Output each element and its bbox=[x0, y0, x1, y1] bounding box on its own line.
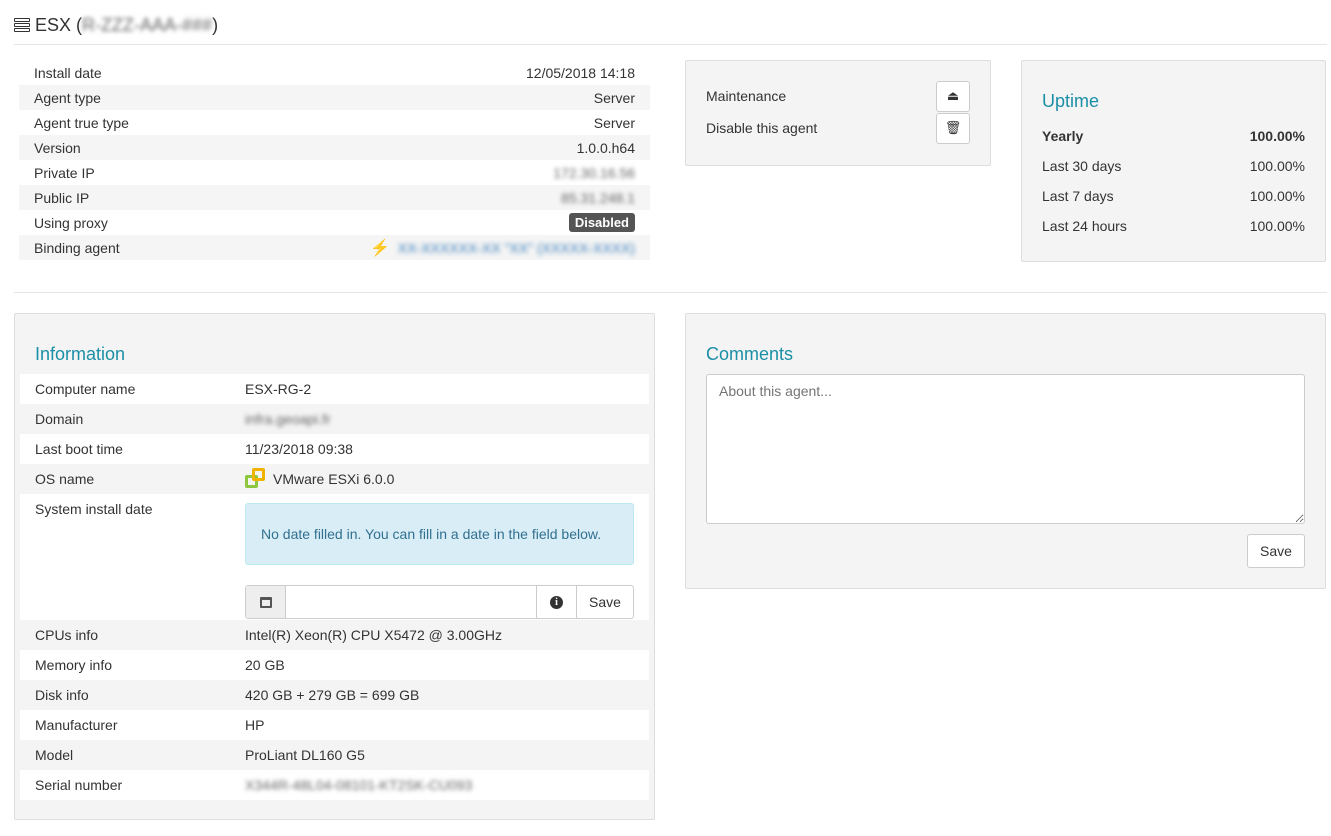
info-row-memory: Memory info 20 GB bbox=[20, 650, 649, 680]
disable-row: Disable this agent 🗑 bbox=[706, 112, 970, 144]
hostname: R-ZZZ-AAA-### bbox=[82, 14, 213, 35]
no-date-alert: No date filled in. You can fill in a dat… bbox=[245, 503, 634, 565]
uptime-row-yearly: Yearly 100.00% bbox=[1042, 128, 1305, 144]
info-row-os-name: OS name VMware ESXi 6.0.0 bbox=[20, 464, 649, 494]
lightning-icon: ⚡ bbox=[369, 239, 390, 257]
information-panel: Information Computer name ESX-RG-2 Domain… bbox=[14, 313, 655, 820]
page-title: ESX (R-ZZZ-AAA-###) bbox=[14, 10, 218, 40]
agent-actions-panel: Maintenance ⏏ Disable this agent 🗑 bbox=[685, 60, 991, 166]
detail-row-version: Version 1.0.0.h64 bbox=[19, 135, 650, 160]
vmware-icon bbox=[245, 468, 267, 490]
detail-row-using-proxy: Using proxy Disabled bbox=[19, 210, 650, 235]
comments-title: Comments bbox=[706, 344, 794, 364]
maintenance-button[interactable]: ⏏ bbox=[936, 80, 970, 112]
page-title-text: ESX bbox=[35, 14, 72, 35]
divider bbox=[14, 292, 1327, 293]
server-icon bbox=[14, 18, 30, 32]
info-row-cpus: CPUs info Intel(R) Xeon(R) CPU X5472 @ 3.… bbox=[35, 627, 502, 643]
agent-details: Install date 12/05/2018 14:18 Agent type S… bbox=[19, 60, 650, 260]
info-row-domain: Domain infra.geoapi.fr bbox=[35, 411, 331, 427]
uptime-panel: Uptime Yearly 100.00% Last 30 days 100.00%… bbox=[1021, 60, 1326, 262]
install-date-input[interactable] bbox=[286, 586, 536, 618]
detail-row-public-ip: Public IP 85.31.248.1 bbox=[19, 185, 650, 210]
eject-icon: ⏏ bbox=[946, 88, 960, 103]
detail-row-agent-true-type: Agent true type Server bbox=[34, 114, 635, 131]
uptime-row-7-days: Last 7 days 100.00% bbox=[1042, 188, 1305, 204]
install-date-save-button[interactable]: Save bbox=[576, 586, 633, 618]
delete-button[interactable]: 🗑 bbox=[936, 112, 970, 144]
info-row-computer-name: Computer name ESX-RG-2 bbox=[20, 374, 649, 404]
uptime-title: Uptime bbox=[1042, 91, 1100, 111]
proxy-status-badge: Disabled bbox=[568, 213, 635, 232]
info-row-manufacturer: Manufacturer HP bbox=[20, 710, 649, 740]
information-title: Information bbox=[35, 344, 126, 364]
trash-icon: 🗑 bbox=[944, 120, 962, 135]
detail-row-install-date: Install date 12/05/2018 14:18 bbox=[34, 64, 635, 81]
detail-row-private-ip: Private IP 172.30.16.56 bbox=[34, 164, 635, 181]
comments-save-button[interactable]: Save bbox=[1247, 534, 1305, 568]
info-row-serial: Serial number X344R-48L04-08101-KT2SK-CU0… bbox=[20, 770, 649, 800]
comments-textarea[interactable] bbox=[706, 374, 1305, 524]
info-row-last-boot: Last boot time 11/23/2018 09:38 bbox=[20, 434, 649, 464]
detail-row-agent-type: Agent type Server bbox=[19, 85, 650, 110]
calendar-button[interactable] bbox=[246, 586, 286, 618]
divider bbox=[14, 44, 1327, 45]
uptime-row-30-days: Last 30 days 100.00% bbox=[1042, 158, 1305, 174]
binding-agent-link[interactable]: XX-XXXXXX-XX "XX" (XXXXX-XXXX) bbox=[398, 240, 635, 256]
date-info-button[interactable]: i bbox=[536, 586, 576, 618]
install-date-input-group: i Save bbox=[245, 585, 634, 619]
maintenance-row: Maintenance ⏏ bbox=[706, 80, 970, 112]
info-icon: i bbox=[550, 595, 563, 609]
detail-row-binding-agent: Binding agent ⚡ XX-XXXXXX-XX "XX" (XXXXX-X… bbox=[19, 235, 650, 260]
uptime-row-24-hours: Last 24 hours 100.00% bbox=[1042, 218, 1305, 234]
comments-panel: Comments Save bbox=[685, 313, 1326, 589]
calendar-icon bbox=[259, 596, 272, 608]
info-row-model: Model ProLiant DL160 G5 bbox=[35, 747, 365, 763]
info-row-disk: Disk info 420 GB + 279 GB = 699 GB bbox=[35, 687, 420, 703]
